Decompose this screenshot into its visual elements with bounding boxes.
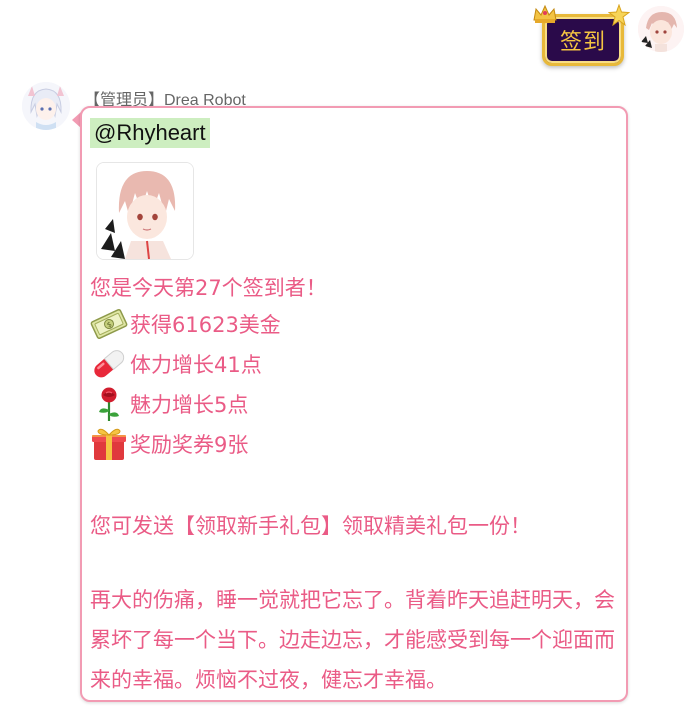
user-avatar[interactable]	[638, 6, 684, 52]
checkin-message-text: 签到	[559, 30, 606, 55]
bot-message-bubble: @Rhyheart 您是今天第27个签到者！ $ 获得61623美金 体力增长4…	[80, 106, 628, 702]
reward-item-tickets: 奖励奖券9张	[90, 426, 248, 462]
rank-text: 您是今天第27个签到者！	[90, 276, 327, 300]
crown-icon	[533, 4, 557, 23]
reward-text-stamina: 体力增长41点	[130, 353, 262, 377]
user-avatar-image	[638, 6, 684, 52]
reward-text-money: 获得61623美金	[130, 313, 281, 337]
mentioned-user-avatar-image	[97, 163, 193, 259]
quote-paragraph: 再大的伤痛，睡一觉就把它忘了。背着昨天追赶明天，会累坏了每一个当下。边走边忘，才…	[90, 588, 615, 692]
gift-icon	[92, 428, 126, 460]
bot-avatar[interactable]	[22, 82, 70, 130]
reward-text-tickets: 奖励奖券9张	[130, 433, 249, 457]
star-icon	[608, 4, 630, 26]
mentioned-user-avatar[interactable]	[96, 162, 194, 260]
outgoing-message-row: 签到	[0, 0, 700, 72]
reward-item-stamina: 体力增长41点	[90, 346, 262, 382]
pill-icon	[94, 350, 125, 378]
mention-tag[interactable]: @Rhyheart	[90, 118, 210, 148]
reward-item-money: $ 获得61623美金	[90, 306, 281, 342]
reward-item-charm: 魅力增长5点	[90, 386, 248, 422]
rose-icon	[99, 387, 119, 421]
money-icon: $	[90, 308, 128, 340]
gift-pack-text: 您可发送【领取新手礼包】领取精美礼包一份！	[90, 514, 531, 538]
bot-avatar-image	[22, 82, 70, 130]
reward-text-charm: 魅力增长5点	[130, 393, 249, 417]
